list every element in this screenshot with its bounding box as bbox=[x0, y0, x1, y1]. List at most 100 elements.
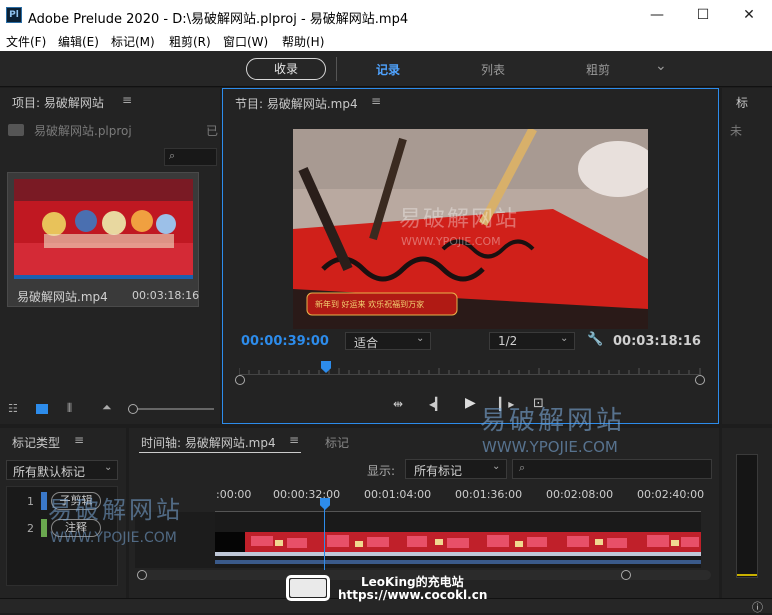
workspace-bar: 收录 记录 列表 粗剪 ⌄ bbox=[0, 51, 772, 87]
marker-filter-dropdown[interactable]: 所有默认标记 ⌄ bbox=[6, 460, 118, 480]
watermark-text: 易破解网站 bbox=[48, 496, 183, 524]
fit-dropdown[interactable]: 适合 ⌄ bbox=[345, 332, 431, 350]
marker-index: 2 bbox=[27, 522, 34, 535]
clip-card[interactable]: 易破解网站.mp4 00:03:18:16 bbox=[7, 172, 199, 307]
monitor-panel-title: 节目: 易破解网站.mp4 bbox=[235, 97, 358, 111]
title-bar: Pl Adobe Prelude 2020 - D:\易破解网站.plproj … bbox=[0, 0, 772, 31]
project-search-field[interactable]: ⌕ bbox=[164, 148, 217, 166]
metadata-panel: 标 未 bbox=[722, 88, 772, 424]
project-file-name: 易破解网站.plproj bbox=[34, 124, 132, 138]
audio-track-bar bbox=[215, 560, 701, 564]
comment-color-swatch bbox=[41, 519, 47, 537]
timeline-search-field[interactable]: ⌕ bbox=[512, 459, 712, 479]
chevron-down-icon: ⌄ bbox=[104, 462, 113, 473]
clip-thumbnail bbox=[14, 179, 193, 279]
project-panel-title: 项目: 易破解网站 bbox=[12, 96, 104, 110]
resolution-dropdown[interactable]: 1/2 ⌄ bbox=[489, 332, 575, 350]
scrub-ticks bbox=[239, 368, 701, 374]
list-view-icon[interactable]: ☷ bbox=[8, 402, 18, 415]
watermark-url: WWW.YPOJIE.COM bbox=[50, 530, 177, 546]
project-panel: 项目: 易破解网站 ≡ 易破解网站.plproj 已 ⌕ 易破解网站.mp4 0… bbox=[0, 88, 220, 424]
display-filter-value: 所有标记 bbox=[414, 464, 463, 478]
fit-dropdown-value: 适合 bbox=[354, 336, 379, 350]
menu-rough-cut[interactable]: 粗剪(R) bbox=[169, 33, 211, 50]
marker-type-title: 标记类型 bbox=[12, 436, 61, 450]
video-watermark-url: WWW.YPOJIE.COM bbox=[401, 235, 501, 248]
ruler-label: 00:00:32:00 bbox=[273, 488, 341, 501]
video-watermark: 易破解网站 bbox=[399, 207, 520, 232]
chevron-down-icon: ⌄ bbox=[560, 333, 569, 344]
timeline-panel-menu-icon[interactable]: ≡ bbox=[289, 433, 299, 447]
ruler-label: 00:02:40:00 bbox=[637, 488, 705, 501]
search-icon: ⌕ bbox=[169, 149, 176, 162]
video-clip-filmstrip[interactable] bbox=[215, 532, 701, 552]
step-in-out-icon[interactable]: ⇹ bbox=[393, 397, 403, 411]
metadata-status: 未 bbox=[730, 124, 743, 138]
audio-meter-panel bbox=[722, 428, 772, 598]
workspace-divider bbox=[336, 57, 337, 81]
project-status-text: 已 bbox=[206, 124, 219, 138]
workspace-tab-list[interactable]: 列表 bbox=[481, 61, 505, 78]
current-timecode[interactable]: 00:00:39:00 bbox=[241, 334, 329, 349]
menu-marker[interactable]: 标记(M) bbox=[111, 33, 155, 50]
watermark-text: 易破解网站 bbox=[480, 406, 626, 436]
menu-bar: 文件(F) 编辑(E) 标记(M) 粗剪(R) 窗口(W) 帮助(H) bbox=[0, 31, 772, 51]
freeform-view-icon[interactable]: ⫴ bbox=[67, 401, 72, 416]
wrench-settings-icon[interactable]: 🔧 bbox=[587, 332, 603, 347]
video-caption: 新年到 好运来 欢乐祝福到万家 bbox=[315, 300, 425, 309]
clip-name: 易破解网站.mp4 bbox=[17, 290, 108, 304]
scrub-in-handle[interactable] bbox=[235, 375, 245, 385]
icon-view-icon[interactable] bbox=[36, 404, 48, 414]
step-back-icon[interactable]: ◂▎ bbox=[429, 397, 444, 411]
chevron-down-icon: ⌄ bbox=[492, 461, 501, 472]
zoom-end-handle[interactable] bbox=[621, 570, 631, 580]
audio-level-peak bbox=[737, 574, 757, 576]
battery-fill bbox=[290, 579, 326, 597]
credit-line-2: https://www.cocokl.cn bbox=[338, 588, 488, 602]
scrub-out-handle[interactable] bbox=[695, 375, 705, 385]
project-file-icon bbox=[8, 124, 24, 136]
play-icon[interactable]: ▶ bbox=[465, 395, 476, 411]
thumbnail-size-slider-handle[interactable] bbox=[128, 404, 138, 414]
menu-file[interactable]: 文件(F) bbox=[6, 33, 46, 50]
window-title: Adobe Prelude 2020 - D:\易破解网站.plproj - 易… bbox=[28, 12, 409, 27]
active-tab-underline bbox=[139, 452, 301, 453]
project-panel-menu-icon[interactable]: ≡ bbox=[122, 93, 132, 107]
ruler-label: 00:01:04:00 bbox=[364, 488, 432, 501]
watermark-url: WWW.YPOJIE.COM bbox=[482, 438, 618, 456]
metadata-panel-title: 标 bbox=[736, 96, 749, 110]
monitor-panel: 节目: 易破解网站.mp4 ≡ 新年到 好运来 欢乐祝福到万家 易破解网站 WW… bbox=[222, 88, 719, 424]
audio-level-meter bbox=[736, 454, 758, 578]
menu-edit[interactable]: 编辑(E) bbox=[58, 33, 99, 50]
ingest-button[interactable]: 收录 bbox=[246, 58, 326, 80]
monitor-panel-menu-icon[interactable]: ≡ bbox=[371, 94, 381, 108]
timeline-tab-markers[interactable]: 标记 bbox=[325, 434, 349, 451]
workspace-more-chevron-icon[interactable]: ⌄ bbox=[655, 58, 667, 74]
chevron-down-icon: ⌄ bbox=[416, 333, 425, 344]
menu-help[interactable]: 帮助(H) bbox=[282, 33, 324, 50]
menu-window[interactable]: 窗口(W) bbox=[223, 33, 268, 50]
display-filter-dropdown[interactable]: 所有标记 ⌄ bbox=[405, 459, 507, 479]
marker-type-menu-icon[interactable]: ≡ bbox=[74, 433, 84, 447]
workspace-tab-rough-cut[interactable]: 粗剪 bbox=[586, 61, 610, 78]
maximize-button[interactable]: ☐ bbox=[680, 0, 726, 31]
display-label: 显示: bbox=[367, 464, 396, 478]
resolution-dropdown-value: 1/2 bbox=[498, 334, 518, 348]
audio-track-bar bbox=[215, 552, 701, 556]
timeline-tab-active[interactable]: 时间轴: 易破解网站.mp4 bbox=[141, 434, 276, 451]
ruler-label: 00:02:08:00 bbox=[546, 488, 614, 501]
thumbnail-size-slider[interactable] bbox=[128, 408, 214, 410]
timeline-playhead-line bbox=[324, 508, 325, 570]
zoom-start-handle[interactable] bbox=[137, 570, 147, 580]
sort-icon[interactable]: ⏶ bbox=[102, 400, 112, 415]
close-button[interactable]: ✕ bbox=[726, 0, 772, 31]
search-icon: ⌕ bbox=[519, 461, 526, 474]
minimize-button[interactable]: — bbox=[634, 0, 680, 31]
prelude-app-icon: Pl bbox=[6, 7, 22, 23]
subclip-color-swatch bbox=[41, 492, 47, 510]
marker-index: 1 bbox=[27, 495, 34, 508]
duration-timecode: 00:03:18:16 bbox=[613, 334, 701, 349]
clip-duration: 00:03:18:16 bbox=[132, 289, 200, 302]
ruler-label: 00:01:36:00 bbox=[455, 488, 523, 501]
workspace-tab-log[interactable]: 记录 bbox=[376, 61, 400, 78]
